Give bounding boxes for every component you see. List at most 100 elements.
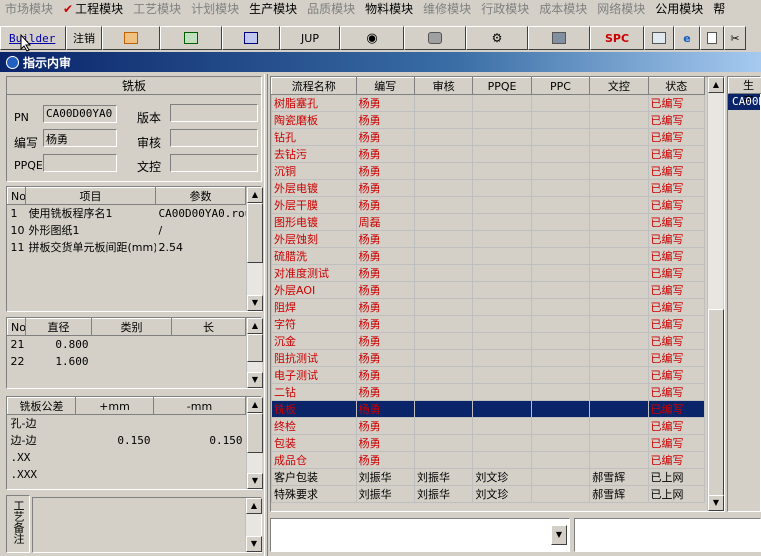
table-row[interactable]: 21 0.800 xyxy=(8,336,246,353)
table-row[interactable]: 外层蚀刻 杨勇 已编写 xyxy=(271,230,706,248)
excel-button[interactable] xyxy=(160,26,222,50)
scroll-up-icon[interactable]: ▲ xyxy=(246,498,262,514)
column-header-diameter[interactable]: 直径 xyxy=(25,318,92,336)
table-row[interactable]: .XXX xyxy=(8,466,246,483)
scroll-down-icon[interactable]: ▼ xyxy=(708,495,724,511)
menu-item-12[interactable]: 帮 xyxy=(708,0,730,17)
column-header-param[interactable]: 参数 xyxy=(155,187,246,205)
scroll-down-icon[interactable]: ▼ xyxy=(247,473,263,489)
table-row[interactable]: 二钻 杨勇 已编写 xyxy=(271,383,706,401)
scroll-up-icon[interactable]: ▲ xyxy=(247,397,263,413)
process-grid-scrollbar[interactable]: ▲ ▼ xyxy=(707,77,724,511)
menu-item-1[interactable]: ✔ 工程模块 xyxy=(58,0,128,17)
logout-button[interactable]: 注销 xyxy=(66,26,102,50)
menu-item-3[interactable]: 计划模块 xyxy=(186,0,244,17)
ie-button[interactable]: e xyxy=(674,26,700,50)
builder-button[interactable]: Builder xyxy=(0,26,66,50)
cut-button[interactable]: ✂ xyxy=(724,26,746,50)
jup-button[interactable]: JUP xyxy=(280,26,340,50)
table-row[interactable]: 成品仓 杨勇 已编写 xyxy=(271,451,706,469)
author-field[interactable]: 杨勇 xyxy=(43,129,117,147)
doc-control-field[interactable] xyxy=(170,154,258,172)
column-header-2[interactable]: 审核 xyxy=(413,77,474,95)
table-row[interactable]: 特殊要求 刘振华 刘振华 刘文珍 郝雪辉 已上网 xyxy=(271,485,706,503)
menu-item-7[interactable]: 维修模块 xyxy=(418,0,476,17)
calendar-button[interactable] xyxy=(644,26,674,50)
table-row[interactable]: 沉铜 杨勇 已编写 xyxy=(271,162,706,180)
menu-item-11[interactable]: 公用模块 xyxy=(650,0,708,17)
table-row[interactable]: 图形电镀 周磊 已编写 xyxy=(271,213,706,231)
export-button[interactable] xyxy=(102,26,160,50)
column-header-plus[interactable]: +mm xyxy=(75,397,154,415)
table-row[interactable]: 终检 杨勇 已编写 xyxy=(271,417,706,435)
table-row[interactable]: 树脂塞孔 杨勇 已编写 xyxy=(271,94,706,112)
review-field[interactable] xyxy=(170,129,258,147)
table-row[interactable]: 字符 杨勇 已编写 xyxy=(271,315,706,333)
pn-field[interactable]: CA00D00YA0 xyxy=(43,105,117,123)
table-row[interactable]: 边-边 0.150 0.150 xyxy=(8,432,246,449)
remark-scrollbar[interactable]: ▲ ▼ xyxy=(245,498,262,552)
menu-item-2[interactable]: 工艺模块 xyxy=(128,0,186,17)
menu-item-8[interactable]: 行政模块 xyxy=(476,0,534,17)
table-row[interactable]: 去钻污 杨勇 已编写 xyxy=(271,145,706,163)
column-header-0[interactable]: 流程名称 xyxy=(271,77,357,95)
column-header-type[interactable]: 类别 xyxy=(91,318,172,336)
params-scrollbar[interactable]: ▲ ▼ xyxy=(246,187,263,311)
column-header-no[interactable]: No xyxy=(7,187,26,205)
column-header-1[interactable]: 编写 xyxy=(355,77,415,95)
table-row[interactable]: 硫腊洗 杨勇 已编写 xyxy=(271,247,706,265)
column-header-4[interactable]: PPC xyxy=(530,77,591,95)
table-row[interactable]: 铣板 杨勇 已编写 xyxy=(271,400,706,418)
view-button[interactable]: ◉ xyxy=(340,26,404,50)
version-field[interactable] xyxy=(170,104,258,122)
remark-textarea[interactable]: ▲ ▼ xyxy=(32,497,262,553)
scroll-down-icon[interactable]: ▼ xyxy=(247,372,263,388)
table-row[interactable]: 对准度测试 杨勇 已编写 xyxy=(271,264,706,282)
ppqe-field[interactable] xyxy=(43,154,117,172)
menu-item-5[interactable]: 品质模块 xyxy=(302,0,360,17)
column-header-item[interactable]: 项目 xyxy=(25,187,156,205)
column-header-6[interactable]: 状态 xyxy=(647,77,706,95)
scroll-down-icon[interactable]: ▼ xyxy=(246,536,262,552)
scroll-up-icon[interactable]: ▲ xyxy=(708,77,724,93)
tools-button[interactable]: ⚙ xyxy=(466,26,528,50)
scroll-down-icon[interactable]: ▼ xyxy=(247,295,263,311)
table-row[interactable]: 10 外形图纸1 / xyxy=(8,222,246,239)
dropdown-arrow-icon[interactable]: ▼ xyxy=(551,525,567,545)
column-header-minus[interactable]: -mm xyxy=(153,397,246,415)
new-doc-button[interactable] xyxy=(700,26,724,50)
column-header-tolerance[interactable]: 铣板公差 xyxy=(7,397,76,415)
table-row[interactable]: 外层AOI 杨勇 已编写 xyxy=(271,281,706,299)
spc-button[interactable]: SPC xyxy=(590,26,644,50)
table-row[interactable]: 客户包装 刘振华 刘振华 刘文珍 郝雪辉 已上网 xyxy=(271,468,706,486)
table-row[interactable]: 1 使用铣板程序名1 CA00D00YA0.rou xyxy=(8,205,246,222)
menu-item-6[interactable]: 物料模块 xyxy=(360,0,418,17)
column-header-5[interactable]: 文控 xyxy=(589,77,649,95)
table-row[interactable]: 电子测试 杨勇 已编写 xyxy=(271,366,706,384)
column-header-no[interactable]: No xyxy=(7,318,26,336)
table-row[interactable]: 阻焊 杨勇 已编写 xyxy=(271,298,706,316)
scroll-thumb[interactable] xyxy=(708,309,724,497)
scroll-thumb[interactable] xyxy=(247,413,263,453)
menu-item-9[interactable]: 成本模块 xyxy=(534,0,592,17)
menu-item-0[interactable]: 市场模块 xyxy=(0,0,58,17)
table-row[interactable]: 22 1.600 xyxy=(8,353,246,370)
word-button[interactable] xyxy=(222,26,280,50)
table-row[interactable]: 沉金 杨勇 已编写 xyxy=(271,332,706,350)
menu-item-4[interactable]: 生产模块 xyxy=(244,0,302,17)
table-row[interactable]: 包装 杨勇 已编写 xyxy=(271,434,706,452)
table-row[interactable]: .XX xyxy=(8,449,246,466)
table-row[interactable]: 11 拼板交货单元板间距(mm) 2.54 xyxy=(8,239,246,256)
scroll-up-icon[interactable]: ▲ xyxy=(247,187,263,203)
right-panel-header[interactable]: 生产 xyxy=(728,77,761,107)
column-header-3[interactable]: PPQE xyxy=(472,77,532,95)
database-button[interactable] xyxy=(404,26,466,50)
table-row[interactable]: 孔-边 xyxy=(8,415,246,432)
tolerance-scrollbar[interactable]: ▲ ▼ xyxy=(246,397,263,489)
table-row[interactable]: 外层电镀 杨勇 已编写 xyxy=(271,179,706,197)
scroll-thumb[interactable] xyxy=(247,334,263,362)
scroll-up-icon[interactable]: ▲ xyxy=(247,318,263,334)
splitter[interactable] xyxy=(264,74,268,556)
table-row[interactable]: 钻孔 杨勇 已编写 xyxy=(271,128,706,146)
table-row[interactable]: 陶瓷磨板 杨勇 已编写 xyxy=(271,111,706,129)
